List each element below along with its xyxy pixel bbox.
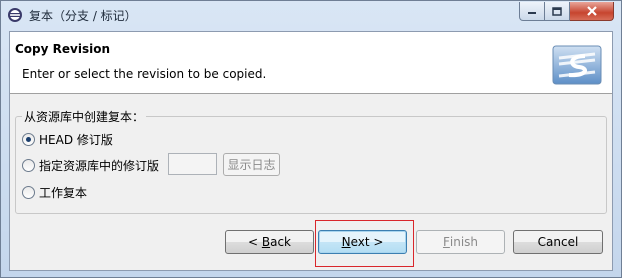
- next-rest: ext >: [350, 235, 384, 249]
- back-rest: ack: [270, 235, 291, 249]
- radio-specific-label: 指定资源库中的修订版: [39, 159, 160, 173]
- radio-specific-revision[interactable]: 指定资源库中的修订版: [22, 157, 159, 174]
- back-button[interactable]: < Back: [225, 230, 314, 254]
- close-button[interactable]: [570, 2, 614, 21]
- eclipse-icon: [8, 8, 22, 22]
- radio-button[interactable]: [22, 159, 35, 172]
- title-bar[interactable]: 复本（分支 / 标记）: [1, 1, 621, 29]
- radio-head-revision[interactable]: HEAD 修订版: [22, 131, 113, 148]
- maximize-button[interactable]: [545, 2, 570, 21]
- radio-working-copy-label: 工作复本: [39, 186, 88, 200]
- next-button[interactable]: Next >: [318, 230, 407, 254]
- window-title: 复本（分支 / 标记）: [29, 9, 137, 23]
- radio-selected-dot: [26, 137, 31, 142]
- radio-button[interactable]: [22, 133, 35, 146]
- show-log-button[interactable]: 显示日志: [223, 153, 280, 176]
- cancel-button[interactable]: Cancel: [513, 230, 603, 254]
- back-prefix: <: [247, 235, 262, 249]
- page-title: Copy Revision: [15, 42, 110, 56]
- finish-button[interactable]: Finish: [416, 230, 505, 254]
- next-mnemonic: N: [341, 235, 351, 249]
- radio-head-label: HEAD 修订版: [39, 133, 113, 147]
- maximize-icon: [552, 6, 562, 16]
- page-description: Enter or select the revision to be copie…: [22, 67, 267, 81]
- radio-button[interactable]: [22, 186, 35, 199]
- revision-input[interactable]: [168, 153, 217, 175]
- minimize-icon: [528, 12, 536, 14]
- finish-rest: inish: [449, 235, 479, 249]
- dialog-client-area: Copy Revision Enter or select the revisi…: [9, 31, 613, 271]
- dialog-window: 复本（分支 / 标记） Copy Revision Enter or selec…: [0, 0, 622, 278]
- radio-working-copy[interactable]: 工作复本: [22, 184, 87, 201]
- minimize-button[interactable]: [519, 2, 545, 21]
- finish-mnemonic: F: [442, 235, 450, 249]
- subversion-logo-icon: [552, 45, 602, 85]
- back-mnemonic: B: [261, 235, 271, 249]
- close-icon: [586, 6, 597, 16]
- wizard-header: Copy Revision Enter or select the revisi…: [10, 32, 612, 94]
- source-group-label: 从资源库中创建复本：: [22, 108, 147, 125]
